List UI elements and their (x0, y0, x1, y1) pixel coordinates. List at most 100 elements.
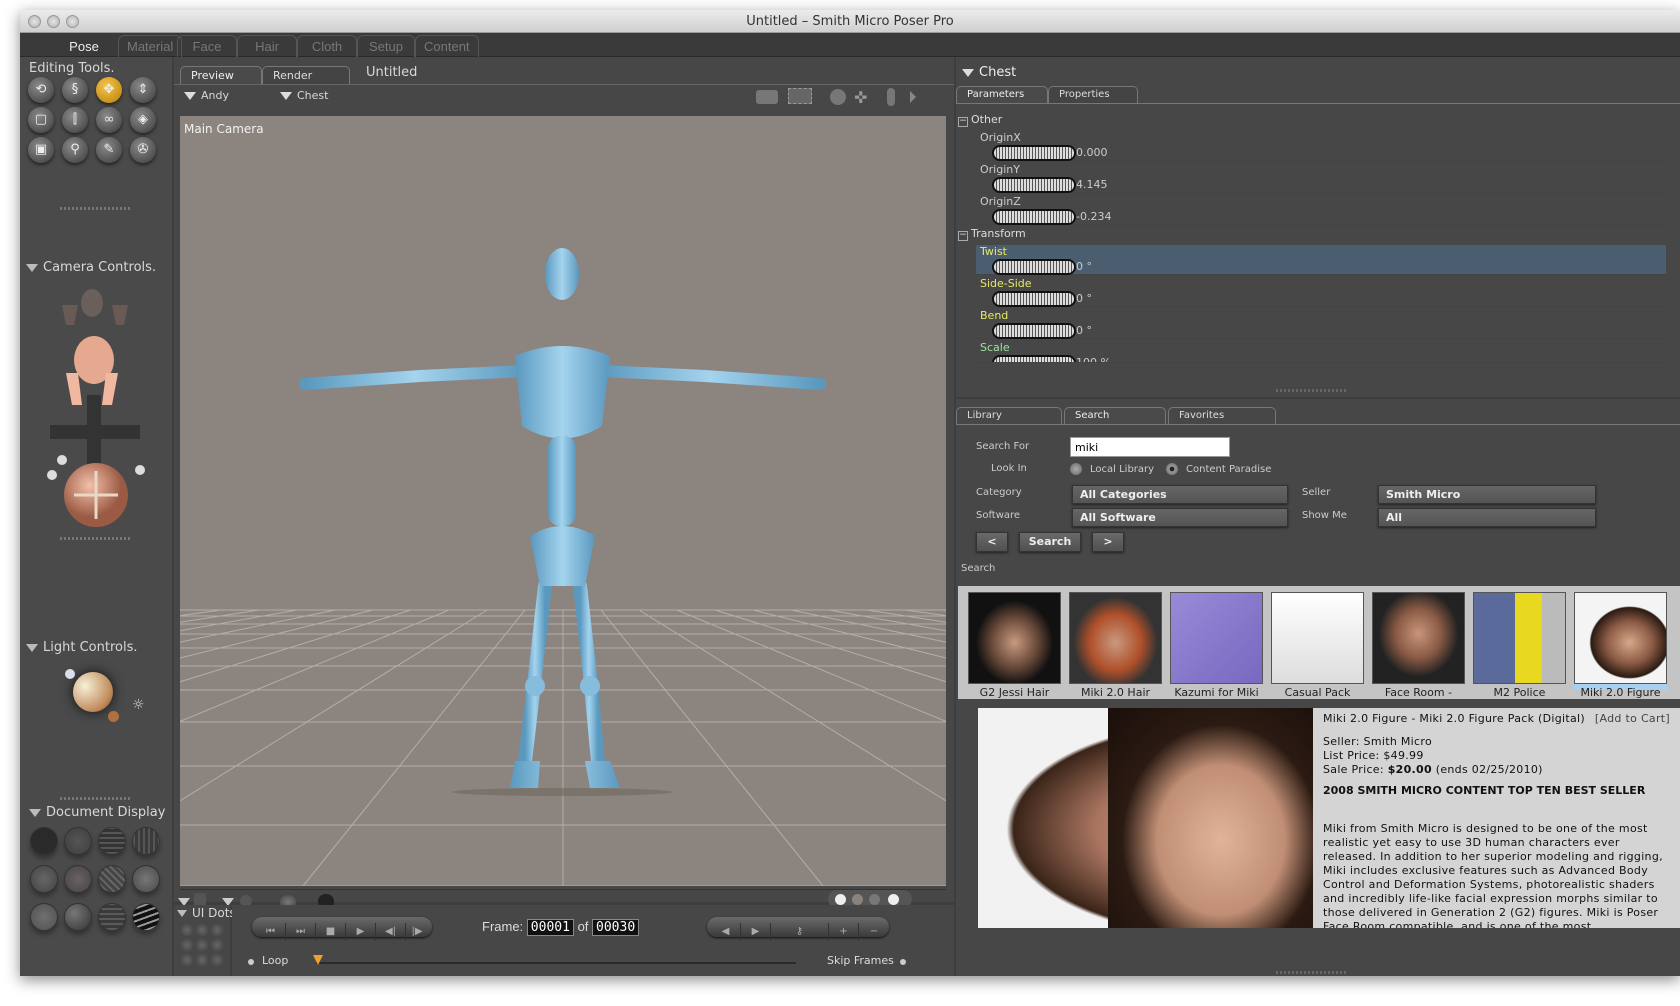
display-style-1-button[interactable] (30, 827, 58, 855)
tab-parameters[interactable]: Parameters (956, 86, 1048, 104)
tool-color-icon[interactable]: ◈ (130, 107, 156, 133)
move-xy-icon[interactable]: ✜ (854, 88, 867, 107)
display-style-8-button[interactable] (132, 865, 160, 893)
tool-morph-brush-icon[interactable]: ✎ (96, 137, 122, 163)
param-value[interactable]: 0 ° (1076, 324, 1092, 337)
tool-twist-icon[interactable]: § (62, 77, 88, 103)
3d-viewport[interactable]: Main Camera (180, 116, 946, 886)
collapse-icon[interactable] (26, 643, 38, 652)
tab-library[interactable]: Library (956, 407, 1062, 425)
ui-dot[interactable] (180, 923, 194, 937)
room-material[interactable]: Material (118, 35, 183, 57)
step-forward-button[interactable]: |▶ (402, 923, 432, 941)
add-to-cart-link[interactable]: [Add to Cart] (1595, 712, 1670, 726)
param-scale[interactable]: Scale 100 % (976, 341, 1666, 363)
ui-dot[interactable] (195, 953, 209, 967)
collapse-icon[interactable] (29, 808, 41, 817)
param-dial[interactable] (994, 293, 1074, 305)
result-item[interactable]: G2 Jessi Hair (968, 592, 1061, 699)
ui-dot[interactable] (180, 938, 194, 952)
result-item[interactable]: Casual Pack (1271, 592, 1364, 699)
param-originz[interactable]: OriginZ -0.234 (976, 195, 1666, 225)
result-item[interactable]: Miki 2.0 Figure (1574, 592, 1667, 699)
category-select[interactable]: All Categories (1072, 485, 1288, 504)
collapse-icon[interactable] (26, 263, 38, 272)
key-icon[interactable]: ⚷ (771, 923, 829, 941)
display-style-7-button[interactable] (98, 865, 126, 893)
light-handle[interactable] (108, 711, 119, 722)
camera-select-icon[interactable] (788, 88, 812, 104)
result-item[interactable]: Kazumi for Miki (1170, 592, 1263, 699)
current-frame-field[interactable]: 00001 (526, 919, 574, 936)
tab-favorites[interactable]: Favorites (1168, 407, 1276, 425)
param-value[interactable]: 100 % (1076, 356, 1111, 362)
resize-handle[interactable] (60, 207, 130, 210)
local-library-radio[interactable]: Local Library (1070, 463, 1154, 475)
tool-translate-xy-icon[interactable]: ✥ (96, 77, 122, 103)
display-style-6-button[interactable] (64, 865, 92, 893)
ui-dot[interactable] (195, 923, 209, 937)
more-arrow-icon[interactable] (910, 91, 916, 103)
ui-dot[interactable] (195, 938, 209, 952)
tool-chain-break-icon[interactable]: ∞ (96, 107, 122, 133)
resize-handle[interactable] (60, 537, 130, 540)
timeline-playhead[interactable] (313, 955, 323, 965)
room-pose[interactable]: Pose (50, 35, 118, 57)
room-content[interactable]: Content (415, 35, 479, 57)
display-style-2-button[interactable] (64, 827, 92, 855)
search-button[interactable]: Search (1019, 532, 1081, 552)
param-side-side[interactable]: Side-Side 0 ° (976, 277, 1666, 307)
display-style-5-button[interactable] (30, 865, 58, 893)
next-key-button[interactable]: ▶ (741, 923, 771, 941)
seller-select[interactable]: Smith Micro (1378, 485, 1596, 504)
param-dial[interactable] (994, 147, 1074, 159)
param-dial[interactable] (994, 211, 1074, 223)
param-value[interactable]: -0.234 (1076, 210, 1111, 223)
ui-dot[interactable] (210, 938, 224, 952)
room-hair[interactable]: Hair (237, 35, 297, 57)
param-dial[interactable] (994, 179, 1074, 191)
room-face[interactable]: Face (177, 35, 237, 57)
ui-dot[interactable] (210, 953, 224, 967)
total-frames-field[interactable]: 00030 (592, 919, 640, 936)
search-input[interactable] (1070, 437, 1230, 457)
camera-icon[interactable] (756, 90, 778, 104)
go-to-start-button[interactable]: ⏮ (256, 923, 286, 941)
param-dial[interactable] (994, 261, 1074, 273)
software-select[interactable]: All Software (1072, 508, 1288, 527)
move-z-icon[interactable] (887, 88, 895, 106)
param-dial[interactable] (994, 357, 1074, 362)
rotate-trackball-icon[interactable] (830, 89, 846, 105)
room-cloth[interactable]: Cloth (297, 35, 357, 57)
play-button[interactable]: ▶ (346, 923, 376, 941)
resize-handle[interactable] (1276, 971, 1346, 974)
param-originy[interactable]: OriginY 4.145 (976, 163, 1666, 193)
prev-key-button[interactable]: ◀ (711, 923, 741, 941)
param-bend[interactable]: Bend 0 ° (976, 309, 1666, 339)
figure-menu[interactable]: Andy (184, 89, 229, 102)
param-group-transform[interactable]: − Transform (958, 227, 1026, 241)
display-style-12-button[interactable] (132, 903, 160, 931)
light-handle[interactable] (65, 669, 75, 679)
go-to-end-button[interactable]: ⏭ (286, 923, 316, 941)
tab-search[interactable]: Search (1064, 407, 1166, 425)
figure-andy[interactable] (180, 116, 946, 886)
param-twist[interactable]: Twist 0 ° (976, 245, 1666, 275)
display-style-9-button[interactable] (30, 903, 58, 931)
ui-dot[interactable] (210, 923, 224, 937)
resize-handle[interactable] (60, 797, 130, 800)
tab-render[interactable]: Render (262, 66, 350, 84)
light-sphere[interactable] (73, 672, 113, 712)
add-key-button[interactable]: + (829, 923, 859, 941)
param-value[interactable]: 4.145 (1076, 178, 1108, 191)
stop-button[interactable]: ■ (316, 923, 346, 941)
actor-menu[interactable]: Chest (280, 89, 328, 102)
tab-properties[interactable]: Properties (1048, 86, 1138, 104)
timeline-slider[interactable] (316, 962, 796, 964)
param-value[interactable]: 0 ° (1076, 260, 1092, 273)
param-dial[interactable] (994, 325, 1074, 337)
param-group-other[interactable]: − Other (958, 113, 1002, 127)
camera-controls-widget[interactable] (40, 285, 160, 535)
tool-direct-manipulation-icon[interactable]: ▣ (28, 137, 54, 163)
previous-page-button[interactable]: < (976, 532, 1008, 552)
